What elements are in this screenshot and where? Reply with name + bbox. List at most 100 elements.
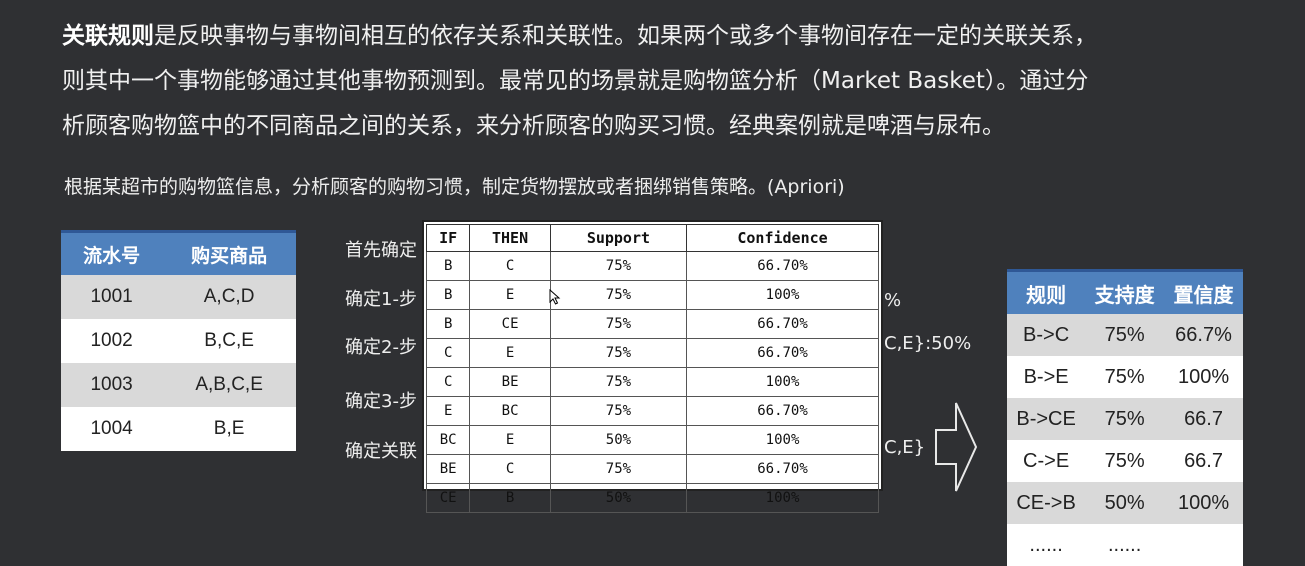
scenario-description: 根据某超市的购物篮信息，分析顾客的购物习惯，制定货物摆放或者捆绑销售策略。(Ap… bbox=[64, 176, 845, 198]
table-row: BE C 75% 66.70% bbox=[425, 454, 879, 484]
step-first: 首先确定 bbox=[345, 240, 417, 261]
intro-line-2: 则其中一个事物能够通过其他事物预测到。最常见的场景就是购物篮分析（Market … bbox=[62, 68, 1089, 94]
step-1: 确定1-步 bbox=[345, 289, 417, 310]
table-row: B CE 75% 66.70% bbox=[425, 309, 879, 339]
column-header: THEN bbox=[469, 224, 551, 252]
right-arrow-icon bbox=[935, 402, 978, 492]
rule-if: C bbox=[425, 338, 471, 368]
step-2-remainder: C,E}:50% bbox=[884, 333, 972, 354]
table-header-row: IF THEN Support Confidence bbox=[425, 224, 879, 252]
rule-support: ...... bbox=[1085, 524, 1165, 566]
rule-if: C bbox=[425, 367, 471, 397]
rule-confidence: 66.70% bbox=[686, 396, 879, 426]
column-header: 购买商品 bbox=[162, 230, 296, 275]
rule-confidence: 100% bbox=[686, 280, 879, 310]
table-header-row: 流水号 购买商品 bbox=[61, 230, 296, 275]
rule-if: B bbox=[425, 309, 471, 339]
table-row: B->E 75% 100% bbox=[1007, 356, 1243, 398]
transaction-items: B,C,E bbox=[162, 319, 296, 363]
rule-support: 75% bbox=[549, 367, 688, 397]
candidate-rules-overlay: IF THEN Support Confidence B C 75% 66.70… bbox=[422, 220, 883, 513]
table-row: BC E 50% 100% bbox=[425, 425, 879, 455]
rule-confidence: 66.7 bbox=[1164, 440, 1243, 482]
rule-then: E bbox=[469, 425, 551, 455]
rule-support: 50% bbox=[549, 483, 688, 513]
rule-confidence: 66.7% bbox=[1164, 314, 1243, 356]
table-row: C->E 75% 66.7 bbox=[1007, 440, 1243, 482]
rule-confidence: 66.7 bbox=[1164, 398, 1243, 440]
rule-confidence: 66.70% bbox=[686, 251, 879, 281]
column-header: IF bbox=[425, 224, 471, 252]
table-row: 1002 B,C,E bbox=[61, 319, 296, 363]
step-2: 确定2-步 bbox=[345, 337, 417, 358]
rule-then: E bbox=[469, 338, 551, 368]
table-row: C E 75% 66.70% bbox=[425, 338, 879, 368]
table-header-row: 规则 支持度 置信度 bbox=[1007, 269, 1243, 314]
rule-support: 75% bbox=[549, 309, 688, 339]
rule-support: 75% bbox=[1085, 440, 1165, 482]
rule-then: BC bbox=[469, 396, 551, 426]
rule-support: 75% bbox=[1085, 398, 1165, 440]
step-association: 确定关联 bbox=[345, 441, 417, 462]
column-header: 流水号 bbox=[61, 230, 163, 275]
rule-support: 75% bbox=[1085, 356, 1165, 398]
column-header: Confidence bbox=[686, 224, 879, 252]
transaction-id: 1001 bbox=[61, 275, 163, 319]
table-row: 1001 A,C,D bbox=[61, 275, 296, 319]
rule-confidence: 66.70% bbox=[686, 454, 879, 484]
mouse-pointer-icon bbox=[549, 289, 561, 305]
rule-then: E bbox=[469, 280, 551, 310]
transaction-id: 1004 bbox=[61, 407, 163, 451]
term-association-rules: 关联规则 bbox=[62, 23, 154, 49]
table-row: CE->B 50% 100% bbox=[1007, 482, 1243, 524]
column-header: Support bbox=[549, 224, 688, 252]
intro-line-3: 析顾客购物篮中的不同商品之间的关系，来分析顾客的购买习惯。经典案例就是啤酒与尿布… bbox=[62, 113, 1005, 139]
table-row: 1004 B,E bbox=[61, 407, 296, 451]
rule-if: E bbox=[425, 396, 471, 426]
rule-name: CE->B bbox=[1007, 482, 1086, 524]
rule-if: BE bbox=[425, 454, 471, 484]
rule-confidence: 66.70% bbox=[686, 338, 879, 368]
transaction-id: 1002 bbox=[61, 319, 163, 363]
column-header: 支持度 bbox=[1085, 269, 1165, 314]
rule-name: C->E bbox=[1007, 440, 1086, 482]
rule-name: B->CE bbox=[1007, 398, 1086, 440]
table-row: B C 75% 66.70% bbox=[425, 251, 879, 281]
step-association-remainder: C,E} bbox=[884, 437, 926, 458]
table-row: ...... ...... bbox=[1007, 524, 1243, 566]
intro-paragraph: 关联规则是反映事物与事物间相互的依存关系和关联性。如果两个或多个事物间存在一定的… bbox=[62, 14, 1242, 149]
transaction-items: A,B,C,E bbox=[162, 363, 296, 407]
candidate-rules-table: IF THEN Support Confidence B C 75% 66.70… bbox=[425, 224, 879, 513]
rule-confidence: 100% bbox=[1164, 482, 1243, 524]
rule-confidence bbox=[1164, 524, 1243, 566]
rule-name: ...... bbox=[1007, 524, 1086, 566]
rule-support: 50% bbox=[1085, 482, 1165, 524]
table-row: CE B 50% 100% bbox=[425, 483, 879, 513]
rule-support: 75% bbox=[1085, 314, 1165, 356]
table-row: E BC 75% 66.70% bbox=[425, 396, 879, 426]
rule-if: CE bbox=[425, 483, 471, 513]
rule-name: B->E bbox=[1007, 356, 1086, 398]
rule-support: 75% bbox=[549, 280, 688, 310]
final-rules-table: 规则 支持度 置信度 B->C 75% 66.7% B->E 75% 100% … bbox=[1007, 269, 1243, 566]
step-1-remainder: % bbox=[884, 290, 902, 311]
step-3: 确定3-步 bbox=[345, 391, 417, 412]
rule-confidence: 100% bbox=[686, 425, 879, 455]
rule-then: C bbox=[469, 251, 551, 281]
intro-line-1: 关联规则是反映事物与事物间相互的依存关系和关联性。如果两个或多个事物间存在一定的… bbox=[62, 14, 1242, 59]
rule-support: 75% bbox=[549, 251, 688, 281]
rule-then: C bbox=[469, 454, 551, 484]
rule-if: B bbox=[425, 280, 471, 310]
rule-confidence: 66.70% bbox=[686, 309, 879, 339]
rule-confidence: 100% bbox=[1164, 356, 1243, 398]
transaction-id: 1003 bbox=[61, 363, 163, 407]
rule-if: BC bbox=[425, 425, 471, 455]
table-row: B->C 75% 66.7% bbox=[1007, 314, 1243, 356]
table-row: B E 75% 100% bbox=[425, 280, 879, 310]
intro-line-1-text: 是反映事物与事物间相互的依存关系和关联性。如果两个或多个事物间存在一定的关联关系… bbox=[154, 23, 1097, 49]
rule-support: 75% bbox=[549, 396, 688, 426]
rule-then: BE bbox=[469, 367, 551, 397]
rule-then: CE bbox=[469, 309, 551, 339]
table-row: C BE 75% 100% bbox=[425, 367, 879, 397]
rule-support: 75% bbox=[549, 454, 688, 484]
